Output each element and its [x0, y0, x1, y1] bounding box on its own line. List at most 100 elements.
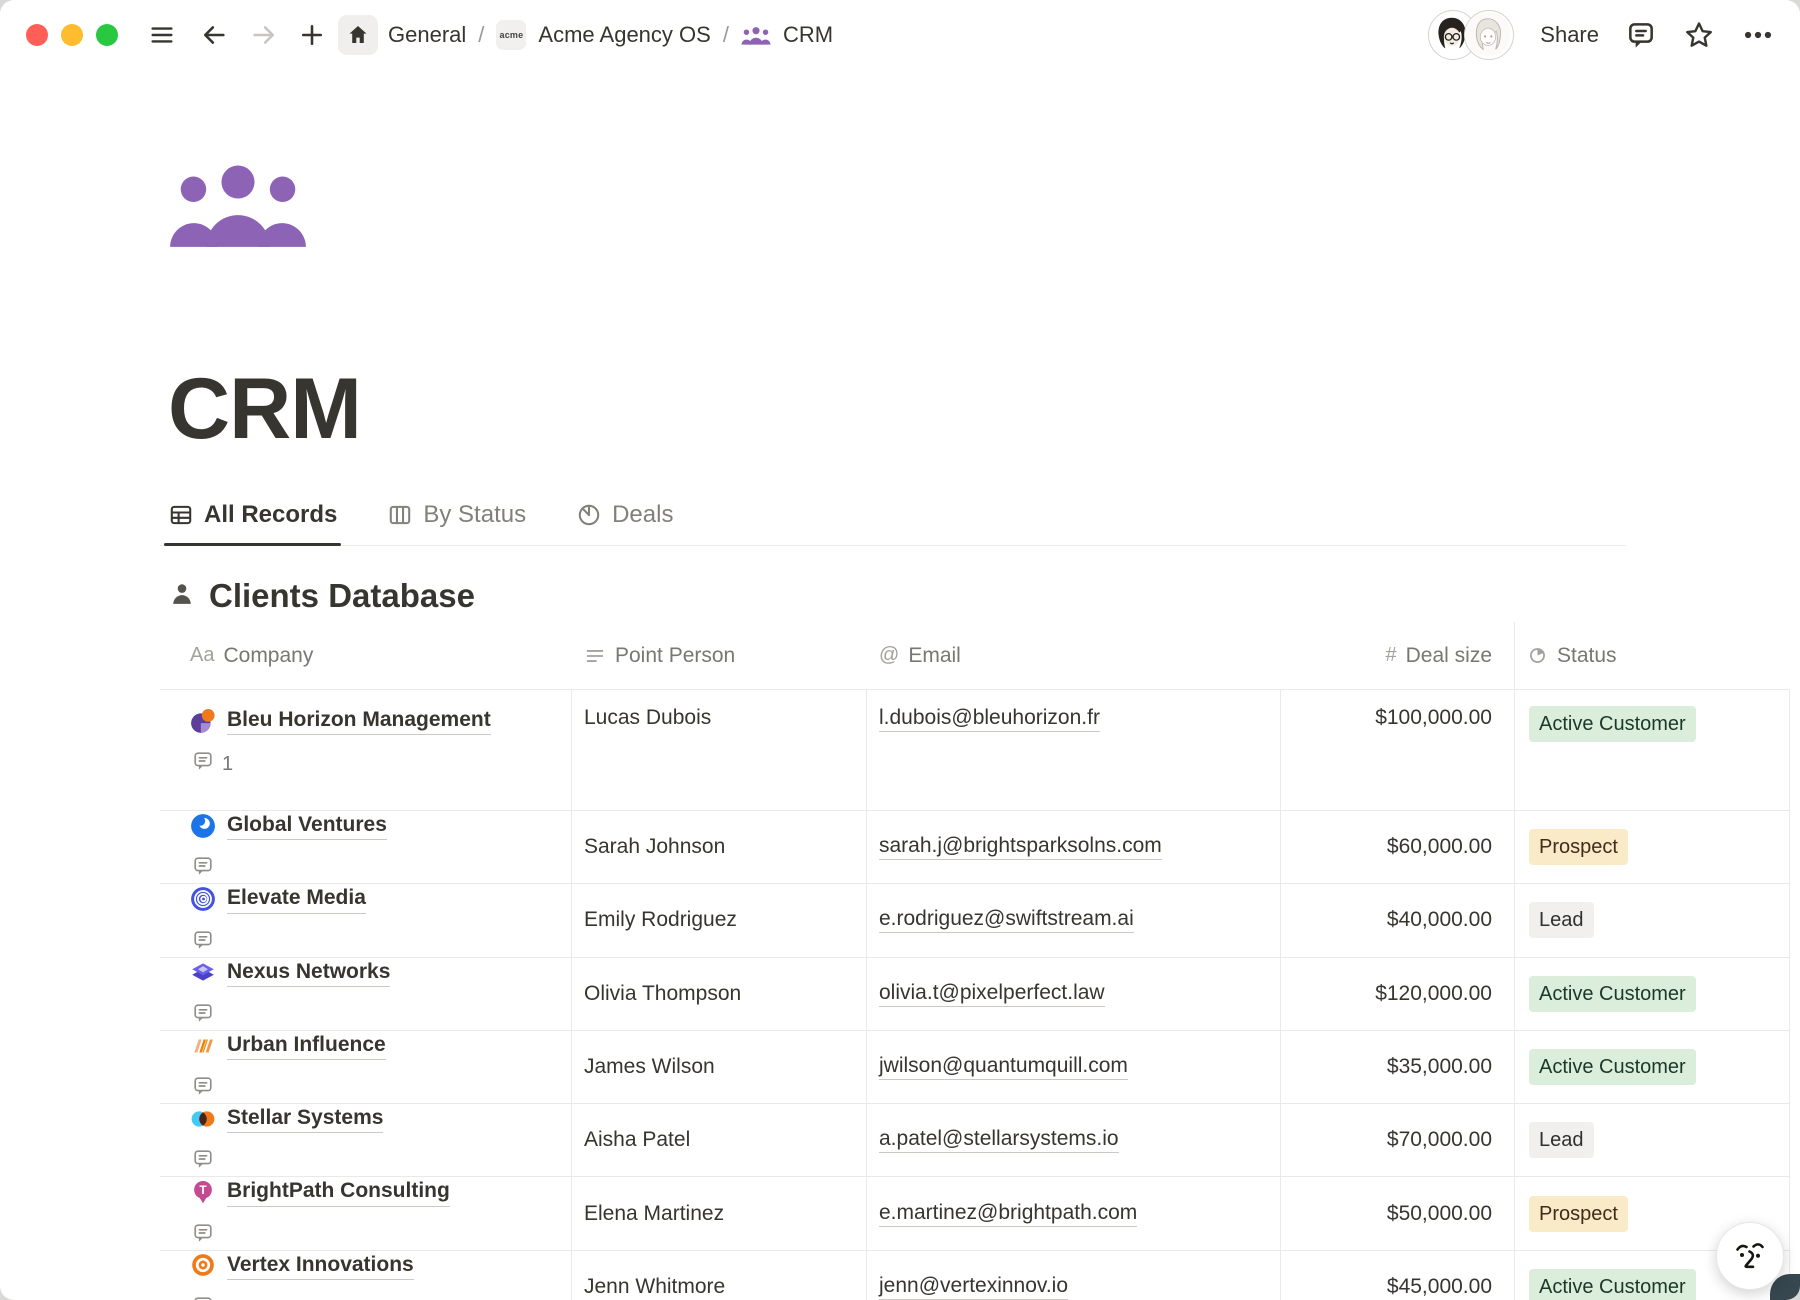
- table-row[interactable]: Stellar Systems Aisha Patel a.patel@stel…: [160, 1104, 1790, 1177]
- tab-all-records[interactable]: All Records: [166, 495, 339, 545]
- status-cell[interactable]: Active Customer: [1515, 958, 1790, 1030]
- table-row[interactable]: Bleu Horizon Management 1 Lucas Dubois l…: [160, 690, 1790, 811]
- company-link[interactable]: Vertex Innovations: [227, 1251, 414, 1280]
- acme-workspace-icon[interactable]: acme: [496, 20, 526, 50]
- deal-size-cell[interactable]: $100,000.00: [1281, 690, 1515, 810]
- company-link[interactable]: Nexus Networks: [227, 958, 390, 987]
- point-person-cell[interactable]: Sarah Johnson: [572, 811, 867, 883]
- column-header-status[interactable]: Status: [1515, 622, 1790, 689]
- column-header-point-person[interactable]: Point Person: [572, 622, 867, 689]
- people-icon: [741, 26, 771, 45]
- company-link[interactable]: BrightPath Consulting: [227, 1177, 450, 1206]
- table-icon: [168, 502, 194, 528]
- new-tab-icon[interactable]: [298, 21, 326, 49]
- column-header-company[interactable]: AaCompany: [160, 622, 572, 689]
- comment-count[interactable]: [192, 855, 222, 883]
- sidebar-menu-icon[interactable]: [148, 21, 176, 49]
- status-cell[interactable]: Prospect: [1515, 811, 1790, 883]
- breadcrumb-item[interactable]: CRM: [783, 22, 833, 48]
- email-link: sarah.j@brightsparksolns.com: [879, 834, 1162, 860]
- zoom-window-button[interactable]: [96, 24, 118, 46]
- email-link: a.patel@stellarsystems.io: [879, 1127, 1119, 1153]
- email-cell[interactable]: sarah.j@brightsparksolns.com: [867, 811, 1281, 883]
- column-header-deal-size[interactable]: #Deal size: [1281, 622, 1515, 689]
- back-icon[interactable]: [200, 21, 228, 49]
- status-cell[interactable]: Active Customer: [1515, 690, 1790, 810]
- column-header-email[interactable]: @Email: [867, 622, 1281, 689]
- status-cell[interactable]: Lead: [1515, 884, 1790, 956]
- status-badge: Active Customer: [1529, 976, 1696, 1012]
- comments-icon[interactable]: [1625, 19, 1657, 51]
- comment-count[interactable]: [192, 1002, 222, 1030]
- email-cell[interactable]: e.rodriguez@swiftstream.ai: [867, 884, 1281, 956]
- breadcrumb-item[interactable]: General: [388, 22, 466, 48]
- collaborator-avatars[interactable]: [1428, 10, 1514, 60]
- point-person-cell[interactable]: Jenn Whitmore: [572, 1251, 867, 1300]
- table-row[interactable]: T BrightPath Consulting Elena Martinez e…: [160, 1177, 1790, 1250]
- company-cell: Nexus Networks: [160, 958, 572, 1030]
- email-cell[interactable]: jenn@vertexinnov.io: [867, 1251, 1281, 1300]
- deal-size-cell[interactable]: $120,000.00: [1281, 958, 1515, 1030]
- tab-by-status[interactable]: By Status: [385, 495, 528, 545]
- email-cell[interactable]: olivia.t@pixelperfect.law: [867, 958, 1281, 1030]
- status-cell[interactable]: Active Customer: [1515, 1031, 1790, 1103]
- email-link: jenn@vertexinnov.io: [879, 1274, 1068, 1300]
- deal-size-cell[interactable]: $50,000.00: [1281, 1177, 1515, 1249]
- tab-deals[interactable]: Deals: [574, 495, 675, 545]
- email-link: l.dubois@bleuhorizon.fr: [879, 706, 1100, 732]
- breadcrumb-separator: /: [478, 22, 484, 48]
- comment-count[interactable]: [192, 1148, 222, 1176]
- company-link[interactable]: Bleu Horizon Management: [227, 706, 491, 735]
- table-row[interactable]: Elevate Media Emily Rodriguez e.rodrigue…: [160, 884, 1790, 957]
- email-cell[interactable]: l.dubois@bleuhorizon.fr: [867, 690, 1281, 810]
- minimize-window-button[interactable]: [61, 24, 83, 46]
- notion-face-button[interactable]: [1716, 1222, 1784, 1290]
- database-header: Clients Database: [168, 572, 1800, 620]
- share-button[interactable]: Share: [1540, 22, 1599, 48]
- status-badge: Prospect: [1529, 829, 1628, 865]
- page-content: CRM All RecordsBy StatusDeals Clients Da…: [0, 162, 1800, 1300]
- point-person-cell[interactable]: Emily Rodriguez: [572, 884, 867, 956]
- point-person-cell[interactable]: Lucas Dubois: [572, 690, 867, 810]
- forward-icon[interactable]: [250, 21, 278, 49]
- comment-count[interactable]: [192, 1295, 222, 1300]
- company-link[interactable]: Global Ventures: [227, 811, 387, 840]
- comment-count[interactable]: [192, 1075, 222, 1103]
- company-cell: Elevate Media: [160, 884, 572, 956]
- deal-size-cell[interactable]: $40,000.00: [1281, 884, 1515, 956]
- home-icon[interactable]: [338, 15, 378, 55]
- deal-size-cell[interactable]: $35,000.00: [1281, 1031, 1515, 1103]
- deal-size-cell[interactable]: $45,000.00: [1281, 1251, 1515, 1300]
- more-options-icon[interactable]: [1741, 18, 1775, 52]
- point-person-cell[interactable]: Aisha Patel: [572, 1104, 867, 1176]
- point-person-cell[interactable]: Olivia Thompson: [572, 958, 867, 1030]
- company-link[interactable]: Urban Influence: [227, 1031, 386, 1060]
- table-row[interactable]: Urban Influence James Wilson jwilson@qua…: [160, 1031, 1790, 1104]
- close-window-button[interactable]: [26, 24, 48, 46]
- email-cell[interactable]: a.patel@stellarsystems.io: [867, 1104, 1281, 1176]
- deal-size-cell[interactable]: $60,000.00: [1281, 811, 1515, 883]
- email-cell[interactable]: e.martinez@brightpath.com: [867, 1177, 1281, 1249]
- table-row[interactable]: Vertex Innovations Jenn Whitmore jenn@ve…: [160, 1251, 1790, 1300]
- page-icon-people-group[interactable]: [168, 162, 308, 247]
- email-link: e.martinez@brightpath.com: [879, 1201, 1137, 1227]
- table-row[interactable]: Nexus Networks Olivia Thompson olivia.t@…: [160, 958, 1790, 1031]
- status-cell[interactable]: Lead: [1515, 1104, 1790, 1176]
- comment-count[interactable]: [192, 929, 222, 957]
- breadcrumb-item[interactable]: Acme Agency OS: [538, 22, 710, 48]
- point-person-cell[interactable]: Elena Martinez: [572, 1177, 867, 1249]
- favorite-star-icon[interactable]: [1683, 19, 1715, 51]
- comment-count[interactable]: 1: [192, 750, 233, 778]
- company-link[interactable]: Elevate Media: [227, 884, 366, 913]
- column-label: Status: [1557, 644, 1617, 668]
- table-row[interactable]: Global Ventures Sarah Johnson sarah.j@br…: [160, 811, 1790, 884]
- deal-size-cell[interactable]: $70,000.00: [1281, 1104, 1515, 1176]
- breadcrumb: General/acmeAcme Agency OS/CRM: [388, 20, 833, 50]
- company-cell: Vertex Innovations: [160, 1251, 572, 1300]
- column-label: Point Person: [615, 644, 735, 668]
- svg-text:T: T: [199, 1183, 207, 1197]
- company-link[interactable]: Stellar Systems: [227, 1104, 383, 1133]
- email-cell[interactable]: jwilson@quantumquill.com: [867, 1031, 1281, 1103]
- comment-count[interactable]: [192, 1222, 222, 1250]
- point-person-cell[interactable]: James Wilson: [572, 1031, 867, 1103]
